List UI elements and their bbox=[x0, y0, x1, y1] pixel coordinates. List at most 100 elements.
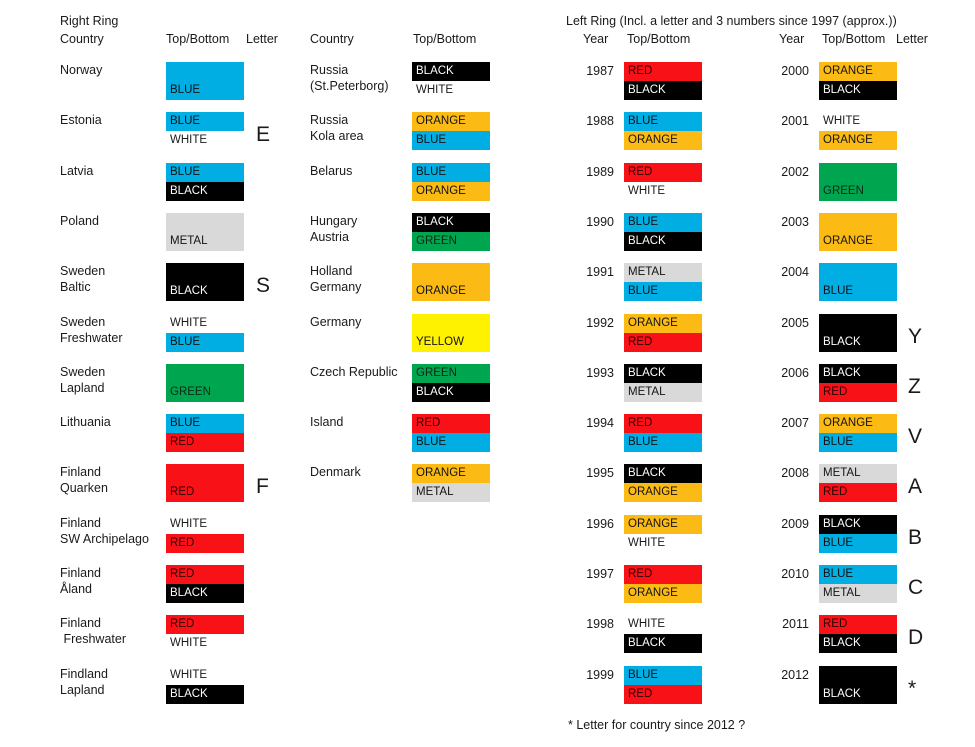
colour-swatch: METAL bbox=[166, 212, 244, 251]
band-bottom: ORANGE bbox=[412, 282, 490, 302]
country-label: Sweden Baltic bbox=[60, 263, 168, 295]
table-row: 2008 METAL RED A bbox=[775, 464, 945, 506]
year-label: 2003 bbox=[781, 214, 809, 229]
band-bottom: METAL bbox=[819, 584, 897, 603]
colour-swatch: RED BLUE bbox=[412, 414, 490, 453]
band-bottom: BLACK bbox=[624, 81, 702, 100]
country-label: Russia Kola area bbox=[310, 112, 418, 144]
table-row: 1996 ORANGE WHITE bbox=[580, 514, 740, 557]
country-label: Finland Freshwater bbox=[60, 615, 168, 647]
colour-swatch: RED bbox=[166, 464, 244, 503]
table-row: 2003 ORANGE bbox=[775, 212, 945, 255]
country-label-line2: (St.Peterborg) bbox=[310, 79, 389, 93]
band-top bbox=[819, 665, 897, 685]
table-row: Denmark ORANGE METAL bbox=[310, 464, 490, 506]
band-top: BLACK bbox=[624, 464, 702, 484]
year-label: 2010 bbox=[781, 567, 809, 581]
header-year-col3: Year bbox=[583, 32, 609, 46]
country-label: Poland bbox=[60, 213, 99, 228]
band-top: BLUE bbox=[624, 212, 702, 232]
band-bottom: BLUE bbox=[166, 332, 244, 352]
letter-code: V bbox=[908, 425, 923, 449]
year-label: 1990 bbox=[586, 214, 614, 229]
band-bottom: WHITE bbox=[170, 637, 208, 650]
band-bottom: RED bbox=[166, 533, 244, 553]
country-label-line2: Freshwater bbox=[60, 632, 126, 647]
band-top: BLACK bbox=[412, 212, 490, 232]
table-row: 1997 RED ORANGE bbox=[580, 565, 740, 607]
header-country-col2: Country bbox=[310, 32, 354, 46]
letter-code: * bbox=[908, 676, 917, 700]
country-label: Hungary Austria bbox=[310, 213, 418, 245]
band-bottom: RED bbox=[624, 684, 702, 704]
table-row: Findland Lapland WHITE BLACK bbox=[60, 666, 290, 708]
band-bottom: ORANGE bbox=[624, 483, 702, 503]
table-row: 1999 BLUE RED bbox=[580, 665, 740, 708]
country-label: Finland Quarken bbox=[60, 464, 168, 496]
colour-swatch: BLACK METAL bbox=[624, 363, 702, 402]
year-label: 2005 bbox=[781, 315, 809, 330]
colour-swatch: BLACK bbox=[819, 313, 897, 352]
header-country-col1: Country bbox=[60, 32, 104, 46]
table-row: 1990 BLUE BLACK bbox=[580, 212, 740, 255]
country-label: Norway bbox=[60, 63, 103, 77]
year-label: 1991 bbox=[586, 265, 614, 280]
band-top: BLACK bbox=[819, 363, 897, 383]
colour-swatch: BLUE ORANGE bbox=[412, 162, 490, 201]
header-topbottom-col1: Top/Bottom bbox=[166, 32, 230, 46]
band-top: RED bbox=[624, 162, 702, 182]
colour-swatch: BLACK BLUE bbox=[819, 514, 897, 553]
year-label: 1999 bbox=[586, 667, 614, 682]
band-bottom: BLUE bbox=[819, 433, 897, 453]
band-bottom: BLUE bbox=[819, 533, 897, 553]
letter-code: A bbox=[908, 475, 923, 499]
table-row: 1993 BLACK METAL bbox=[580, 363, 740, 406]
country-label: Findland Lapland bbox=[60, 666, 168, 698]
year-label: 2012 bbox=[781, 667, 809, 682]
year-label: 2011 bbox=[782, 617, 809, 632]
band-top: ORANGE bbox=[819, 414, 897, 434]
country-label-line2: Lapland bbox=[60, 682, 105, 697]
table-row: 2006 BLACK RED Z bbox=[775, 363, 945, 406]
colour-swatch: RED BLACK bbox=[819, 615, 897, 654]
colour-swatch: GREEN bbox=[166, 363, 244, 402]
colour-swatch: ORANGE BLUE bbox=[412, 112, 490, 151]
country-label-line2: Kola area bbox=[310, 129, 364, 144]
year-label: 1989 bbox=[586, 164, 614, 179]
table-row: 1994 RED BLUE bbox=[580, 414, 740, 456]
year-label: 1994 bbox=[586, 416, 614, 431]
band-bottom: BLACK bbox=[819, 81, 897, 100]
band-bottom: ORANGE bbox=[624, 131, 702, 151]
table-row: 2007 ORANGE BLUE V bbox=[775, 414, 945, 456]
header-letter-col4: Letter bbox=[896, 32, 928, 46]
band-bottom: METAL bbox=[624, 382, 702, 402]
country-label: Lithuania bbox=[60, 415, 111, 430]
table-row: Finland Freshwater RED WHITE bbox=[60, 615, 290, 657]
band-bottom: BLUE bbox=[412, 433, 490, 453]
country-label: Russia (St.Peterborg) bbox=[310, 62, 418, 94]
band-bottom: BLACK bbox=[166, 684, 244, 704]
colour-swatch: WHITE BLACK bbox=[624, 615, 702, 654]
band-top bbox=[166, 363, 244, 383]
country-label-line2: Austria bbox=[310, 229, 349, 244]
band-bottom: WHITE bbox=[170, 134, 208, 147]
year-label: 1997 bbox=[586, 567, 614, 581]
year-label: 1996 bbox=[586, 516, 614, 531]
year-label: 1998 bbox=[586, 617, 614, 632]
country-label-line2: Lapland bbox=[60, 380, 105, 395]
band-bottom: YELLOW bbox=[412, 332, 490, 352]
band-top: BLUE bbox=[624, 665, 702, 685]
band-top bbox=[819, 212, 897, 232]
table-row: 1998 WHITE BLACK bbox=[580, 615, 740, 657]
table-row: 1995 BLACK ORANGE bbox=[580, 464, 740, 506]
table-row: Poland METAL bbox=[60, 212, 290, 255]
band-top bbox=[166, 212, 244, 232]
ring-colour-chart: Right Ring Country Top/Bottom Letter Cou… bbox=[0, 0, 975, 747]
band-bottom: GREEN bbox=[166, 382, 244, 402]
colour-swatch: BLUE bbox=[819, 263, 897, 302]
table-row: Holland Germany ORANGE bbox=[310, 263, 490, 305]
year-label: 1993 bbox=[586, 365, 614, 380]
country-label-line2: Germany bbox=[310, 280, 362, 295]
band-bottom: ORANGE bbox=[624, 584, 702, 603]
colour-swatch: ORANGE RED bbox=[624, 313, 702, 352]
